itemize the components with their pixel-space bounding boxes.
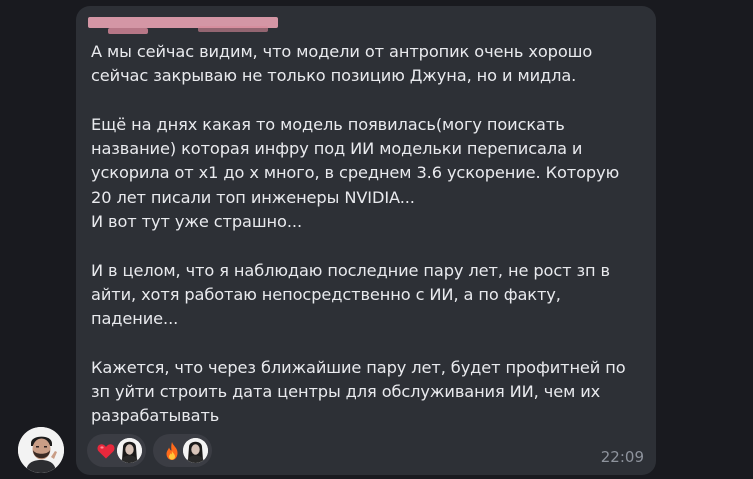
sender-name-redacted: [88, 14, 278, 34]
user-photo-icon: [117, 438, 142, 463]
message-paragraph: А мы сейчас видим, что модели от антропи…: [91, 42, 593, 86]
sender-avatar[interactable]: [18, 427, 64, 473]
reaction-heart[interactable]: [87, 434, 146, 467]
reaction-fire[interactable]: [153, 434, 212, 467]
message-paragraph: И в целом, что я наблюдаю последние пару…: [91, 260, 610, 329]
heart-icon: [97, 444, 115, 459]
redaction-bar: [198, 26, 268, 32]
redaction-bar: [108, 28, 148, 34]
message-timestamp: 22:09: [600, 448, 644, 466]
message-bubble[interactable]: А мы сейчас видим, что модели от антропи…: [76, 6, 656, 475]
chat-view: А мы сейчас видим, что модели от антропи…: [0, 0, 753, 479]
reactor-avatar: [117, 438, 142, 463]
message-paragraph: Ещё на днях какая то модель появилась(мо…: [91, 114, 620, 232]
user-photo-icon: [183, 438, 208, 463]
user-photo-icon: [18, 427, 64, 473]
message-text: А мы сейчас видим, что модели от антропи…: [91, 40, 651, 429]
reactor-avatar: [183, 438, 208, 463]
message-paragraph: Кажется, что через ближайшие пару лет, б…: [91, 357, 626, 426]
fire-icon: [166, 442, 178, 460]
